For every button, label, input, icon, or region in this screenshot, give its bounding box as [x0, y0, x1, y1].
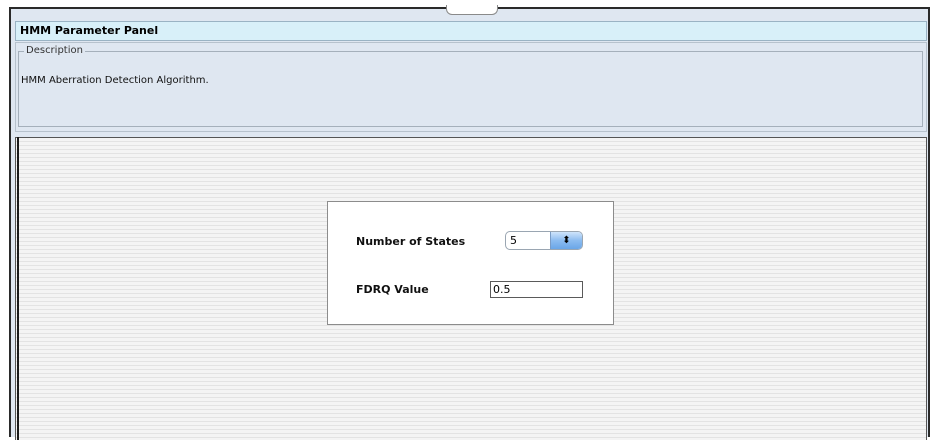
left-divider: [17, 137, 19, 440]
description-panel: Description HMM Aberration Detection Alg…: [15, 42, 927, 132]
spinner-up-down-button[interactable]: ⬍: [550, 232, 582, 249]
drag-handle[interactable]: [446, 5, 498, 15]
number-of-states-spinner[interactable]: 5 ⬍: [505, 231, 583, 250]
up-down-arrows-icon: ⬍: [562, 235, 571, 246]
fdrq-value-field[interactable]: 0.5: [490, 281, 583, 298]
description-legend: Description: [24, 45, 85, 57]
number-of-states-value[interactable]: 5: [510, 234, 517, 247]
description-group: Description HMM Aberration Detection Alg…: [18, 45, 923, 127]
fdrq-value-label: FDRQ Value: [356, 283, 429, 296]
number-of-states-label: Number of States: [356, 235, 466, 248]
description-text: HMM Aberration Detection Algorithm.: [21, 75, 209, 86]
parameter-box: [327, 201, 614, 325]
panel-title: HMM Parameter Panel: [15, 21, 927, 41]
